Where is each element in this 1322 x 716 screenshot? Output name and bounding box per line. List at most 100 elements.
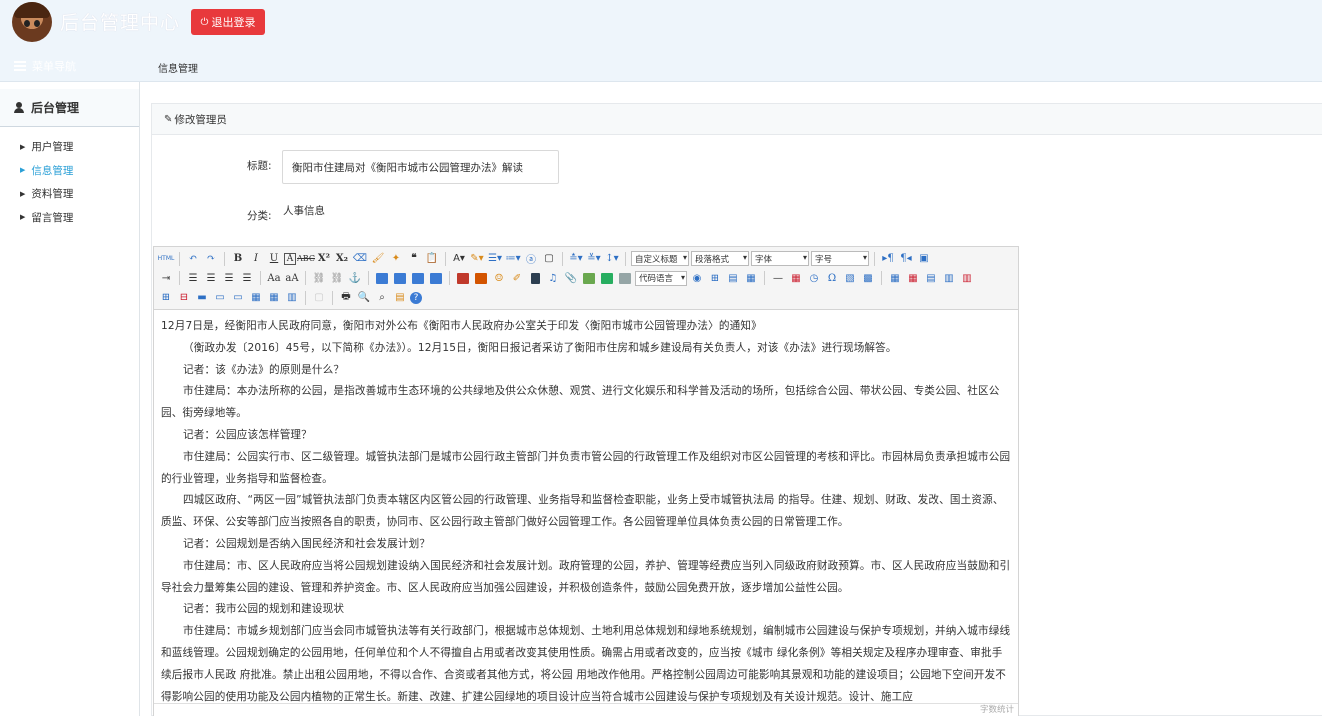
page-break-icon[interactable]: ◉: [689, 270, 705, 286]
drafts-icon[interactable]: ▦: [743, 270, 759, 286]
font-size-select[interactable]: 字号: [811, 251, 869, 267]
ltr-icon[interactable]: ▸¶: [880, 251, 896, 267]
strikethrough-icon[interactable]: ABC: [297, 251, 315, 267]
video-icon[interactable]: [527, 270, 543, 286]
wordimage-icon[interactable]: ▧: [842, 270, 858, 286]
insert-frame-icon[interactable]: [617, 270, 633, 286]
insert-table-icon[interactable]: ▦: [887, 270, 903, 286]
editor-paragraph: （衡政办发〔2016〕45号，以下简称《办法》）。12月15日，衡阳日报记者采访…: [183, 341, 897, 354]
ordered-list-icon[interactable]: ☰▾: [487, 251, 503, 267]
subscript-icon[interactable]: X₂: [334, 251, 350, 267]
image-icon[interactable]: [455, 270, 471, 286]
redo-icon[interactable]: ↷: [203, 251, 219, 267]
anchor-icon[interactable]: ⚓: [347, 270, 363, 286]
menu-toggle[interactable]: 菜单导航: [14, 58, 76, 74]
to-uppercase-icon[interactable]: Aa: [266, 270, 282, 286]
title-input[interactable]: 衡阳市住建局对《衡阳市城市公园管理办法》解读: [282, 150, 559, 184]
to-lowercase-icon[interactable]: aA: [284, 270, 300, 286]
date-icon[interactable]: ▦: [788, 270, 804, 286]
category-label: 分类:: [247, 210, 272, 222]
insert-col-icon[interactable]: ⊞: [158, 290, 174, 306]
delete-table-icon[interactable]: ▦: [905, 270, 921, 286]
custom-title-select[interactable]: 自定义标题: [631, 251, 689, 267]
italic-icon[interactable]: I: [248, 251, 264, 267]
insert-row-icon[interactable]: ▥: [941, 270, 957, 286]
rich-text-editor: HTML ↶ ↷ B I U A ABC X² X₂ ⌫ 🖌 ✦ ❝ 📋 A▾ …: [153, 246, 1019, 716]
background-icon[interactable]: ▤: [725, 270, 741, 286]
align-left-icon[interactable]: ☰: [185, 270, 201, 286]
sidebar-item-users[interactable]: ▶ 用户管理: [0, 135, 139, 159]
word-count-label[interactable]: 字数统计: [980, 705, 1014, 715]
font-border-icon[interactable]: A: [284, 252, 296, 265]
align-center-icon[interactable]: ☰: [203, 270, 219, 286]
superscript-icon[interactable]: X²: [316, 251, 332, 267]
editor-paragraph: 12月7日是，经衡阳市人民政府同意，衡阳市对外公布《衡阳市人民政府办公室关于印发…: [161, 320, 762, 332]
clear-doc-icon[interactable]: ▢: [541, 251, 557, 267]
search-replace-icon[interactable]: ⌕: [374, 290, 390, 306]
music-icon[interactable]: ♫: [545, 270, 561, 286]
split-cols-icon[interactable]: ▥: [284, 290, 300, 306]
underline-icon[interactable]: U: [266, 251, 282, 267]
row-spacing-top-icon[interactable]: ≛▾: [568, 251, 584, 267]
snapscreen-icon[interactable]: ▩: [860, 270, 876, 286]
merge-down-icon[interactable]: ▭: [230, 290, 246, 306]
time-icon[interactable]: ◷: [806, 270, 822, 286]
undo-icon[interactable]: ↶: [185, 251, 201, 267]
template-icon[interactable]: ⊞: [707, 270, 723, 286]
format-painter-icon[interactable]: 🖌: [370, 251, 386, 267]
insert-paragraph-before-table-icon[interactable]: ▤: [923, 270, 939, 286]
logout-button[interactable]: ⏻ 退出登录: [191, 9, 265, 35]
indent-icon[interactable]: ⇥: [158, 270, 174, 286]
print-icon[interactable]: 🖶: [338, 290, 354, 306]
sidebar-section-header[interactable]: 后台管理: [0, 89, 139, 127]
highlight-color-icon[interactable]: ✎▾: [469, 251, 485, 267]
editor-content[interactable]: 12月7日是，经衡阳市人民政府同意，衡阳市对外公布《衡阳市人民政府办公室关于印发…: [154, 310, 1018, 702]
editor-statusbar: 字数统计: [154, 703, 1018, 716]
rtl-icon[interactable]: ¶◂: [898, 251, 914, 267]
auto-format-icon[interactable]: ✦: [388, 251, 404, 267]
line-height-icon[interactable]: ↕▾: [604, 251, 620, 267]
category-value: 人事信息: [283, 205, 325, 217]
sidebar-item-label: 用户管理: [31, 141, 74, 154]
paragraph-select[interactable]: 段落格式: [691, 251, 749, 267]
blockquote-icon[interactable]: ❝: [406, 251, 422, 267]
row-spacing-bottom-icon[interactable]: ≚▾: [586, 251, 602, 267]
paste-text-icon[interactable]: 📋: [424, 251, 440, 267]
scrawl-icon[interactable]: ✐: [509, 270, 525, 286]
align-right-icon[interactable]: ☰: [221, 270, 237, 286]
eraser-icon[interactable]: ⌫: [352, 251, 368, 267]
html-source-icon[interactable]: HTML: [158, 251, 175, 267]
emotion-icon[interactable]: ☺: [491, 270, 507, 286]
unordered-list-icon[interactable]: ≔▾: [505, 251, 521, 267]
horizontal-rule-icon[interactable]: —: [770, 270, 786, 286]
font-family-select[interactable]: 字体: [751, 251, 809, 267]
gmap-icon[interactable]: [599, 270, 615, 286]
merge-right-icon[interactable]: ▭: [212, 290, 228, 306]
split-cells-icon[interactable]: ▦: [248, 290, 264, 306]
link-icon[interactable]: ⛓: [311, 270, 327, 286]
unlink-icon[interactable]: ⛓: [329, 270, 345, 286]
code-language-select[interactable]: 代码语言: [635, 270, 687, 286]
align-justify-icon[interactable]: ☰: [239, 270, 255, 286]
bold-icon[interactable]: B: [230, 251, 246, 267]
sidebar-item-messages[interactable]: ▶ 留言管理: [0, 206, 139, 230]
fullscreen-icon[interactable]: ▣: [916, 251, 932, 267]
breadcrumb: 信息管理: [158, 64, 198, 75]
attachment-icon[interactable]: 📎: [563, 270, 579, 286]
help-icon[interactable]: ?: [410, 291, 422, 304]
map-icon[interactable]: [581, 270, 597, 286]
split-rows-icon[interactable]: ▦: [266, 290, 282, 306]
multi-image-icon[interactable]: [473, 270, 489, 286]
preview-icon[interactable]: 🔍: [356, 290, 372, 306]
font-color-icon[interactable]: A▾: [451, 251, 467, 267]
delete-row-icon[interactable]: ▥: [959, 270, 975, 286]
edit-panel: ✎ 修改管理员 标题: 衡阳市住建局对《衡阳市城市公园管理办法》解读 分类: 人…: [151, 103, 1322, 716]
select-all-icon[interactable]: ⓐ: [523, 251, 539, 267]
sidebar-item-info[interactable]: ▶ 信息管理: [0, 159, 139, 183]
delete-col-icon[interactable]: ⊟: [176, 290, 192, 306]
sidebar-item-resources[interactable]: ▶ 资料管理: [0, 182, 139, 206]
charts-icon[interactable]: ▢: [311, 290, 327, 306]
special-char-icon[interactable]: Ω: [824, 270, 840, 286]
merge-cells-icon[interactable]: ▬: [194, 290, 210, 306]
help-book-icon[interactable]: ▤: [392, 290, 408, 306]
